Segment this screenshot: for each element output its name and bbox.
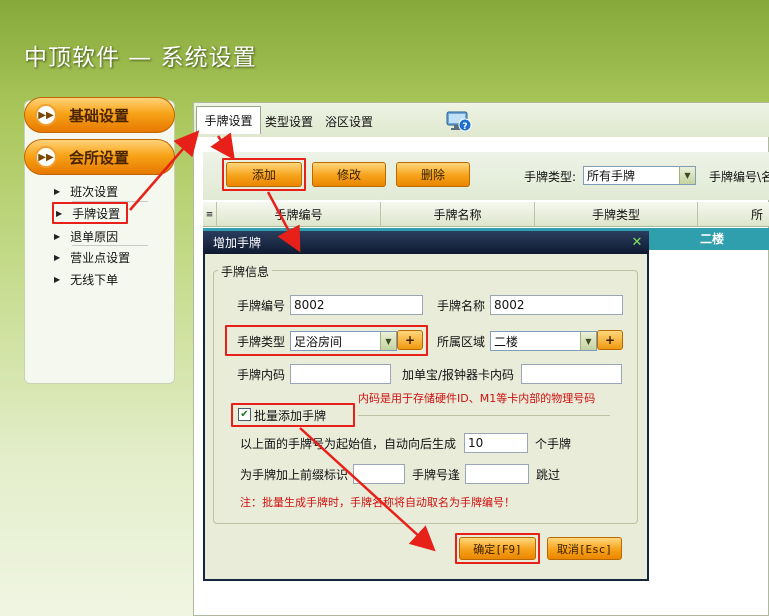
row-selector-icon: ≡ [203, 202, 217, 227]
inner-code-note: 内码是用于存储硬件ID、M1等卡内部的物理号码 [358, 392, 596, 405]
area-select[interactable]: 二楼 ▼ [490, 331, 597, 351]
select-value: 所有手牌 [587, 169, 636, 183]
name-label: 手牌名称 [437, 298, 486, 313]
sidebar-item-label: 手牌设置 [72, 206, 121, 221]
dialog-title-bar: 增加手牌 ✕ [203, 231, 649, 254]
column-header[interactable]: 手牌类型 [535, 202, 698, 227]
triangle-right-icon: ▶ [54, 186, 61, 196]
tab-handcard-settings[interactable]: 手牌设置 [196, 106, 261, 134]
triangle-right-icon: ▶ [54, 252, 61, 262]
skip-label: 手牌号逢 [412, 467, 461, 482]
search-label: 手牌编号\名 [709, 169, 769, 184]
code-input[interactable]: 8002 [290, 295, 423, 315]
edit-button[interactable]: 修改 [312, 162, 386, 187]
chevron-down-icon: ▼ [679, 167, 695, 184]
add-type-button[interactable]: + [397, 330, 423, 350]
code-label: 手牌编号 [237, 298, 286, 313]
name-input[interactable]: 8002 [490, 295, 623, 315]
add-button[interactable]: 添加 [226, 162, 302, 187]
cancel-button[interactable]: 取消[Esc] [547, 537, 622, 560]
count-input[interactable]: 10 [464, 433, 528, 453]
app-title: 中顶软件 — 系统设置 [24, 45, 257, 71]
batch-warning: 注：批量生成手牌时，手牌名称将自动取名为手牌编号！ [240, 496, 515, 509]
sidebar-item-handcards[interactable]: ▶ 手牌设置 [52, 202, 128, 224]
sidebar-item-business-points[interactable]: ▶ 营业点设置 [54, 247, 150, 267]
batch-checkbox[interactable]: ✔ [238, 408, 251, 421]
count-suffix: 个手牌 [535, 436, 572, 451]
chevron-down-icon: ▼ [580, 332, 596, 350]
skip-suffix: 跳过 [536, 467, 561, 482]
dialog-title: 增加手牌 [213, 236, 262, 250]
sidebar-item-label: 退单原因 [70, 229, 119, 244]
triangle-right-icon: ▶ [56, 208, 63, 218]
inner-code-input[interactable] [290, 364, 391, 384]
sidebar-category-basic[interactable]: ▶▶ 基础设置 [24, 97, 175, 133]
close-icon[interactable]: ✕ [629, 234, 645, 250]
ok-button[interactable]: 确定[F9] [459, 537, 536, 560]
delete-button[interactable]: 删除 [396, 162, 470, 187]
prefix-label: 为手牌加上前缀标识 [240, 467, 349, 482]
prefix-input[interactable] [353, 464, 405, 484]
type-filter-select[interactable]: 所有手牌 ▼ [583, 166, 696, 185]
add-area-button[interactable]: + [597, 330, 623, 350]
column-header[interactable]: 手牌名称 [381, 202, 535, 227]
sidebar-item-shifts[interactable]: ▶ 班次设置 [54, 181, 150, 201]
tab-bath-area-settings[interactable]: 浴区设置 [325, 109, 377, 133]
table-cell: 二楼 [700, 232, 725, 246]
sidebar-item-label: 营业点设置 [70, 250, 131, 265]
skip-input[interactable] [465, 464, 529, 484]
type-filter-label: 手牌类型: [524, 169, 577, 184]
sidebar-category-club[interactable]: ▶▶ 会所设置 [24, 139, 175, 175]
area-label: 所属区域 [437, 334, 486, 349]
svg-text:?: ? [462, 122, 467, 132]
triangle-right-icon: ▶ [54, 231, 61, 241]
category-label: 会所设置 [69, 148, 130, 167]
monitor-help-icon[interactable]: ? [446, 111, 472, 133]
divider [72, 245, 148, 246]
group-title: 手牌信息 [218, 263, 273, 280]
auto-gen-label: 以上面的手牌号为起始值，自动向后生成 [240, 436, 457, 451]
chevron-down-icon: ▼ [380, 332, 396, 350]
column-header[interactable]: 手牌编号 [217, 202, 381, 227]
inner-code-label: 手牌内码 [237, 367, 286, 382]
category-label: 基础设置 [69, 106, 130, 125]
card-code-label: 加单宝/报钟器卡内码 [402, 367, 515, 382]
select-value: 二楼 [494, 334, 519, 349]
column-header[interactable]: 所 [698, 202, 769, 227]
sidebar-item-label: 班次设置 [70, 184, 119, 199]
card-code-input[interactable] [521, 364, 622, 384]
tab-type-settings[interactable]: 类型设置 [265, 109, 317, 133]
type-label: 手牌类型 [237, 334, 286, 349]
triangle-right-icon: ▶ [54, 274, 61, 284]
divider [358, 415, 610, 416]
batch-label[interactable]: 批量添加手牌 [254, 405, 326, 425]
play-icon: ▶▶ [35, 104, 57, 126]
select-value: 足浴房间 [294, 334, 343, 349]
sidebar-item-label: 无线下单 [70, 272, 119, 287]
play-icon: ▶▶ [35, 146, 57, 168]
type-select[interactable]: 足浴房间 ▼ [290, 331, 397, 351]
sidebar-item-refund-reasons[interactable]: ▶ 退单原因 [54, 226, 150, 246]
sidebar-item-wireless-order[interactable]: ▶ 无线下单 [54, 269, 150, 289]
